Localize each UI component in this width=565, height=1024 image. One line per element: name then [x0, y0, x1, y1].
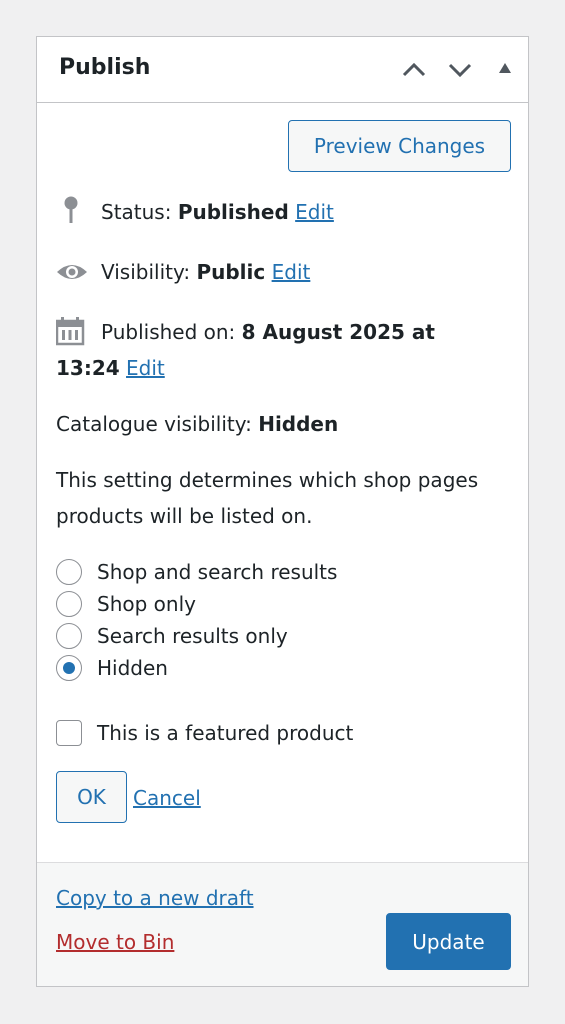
preview-changes-button[interactable]: Preview Changes [288, 120, 511, 172]
cancel-row: Cancel [133, 780, 201, 816]
move-to-bin-row: Move to Bin [56, 924, 174, 960]
radio-label: Shop and search results [97, 560, 338, 584]
update-button[interactable]: Update [386, 913, 511, 970]
triangle-up-icon [499, 63, 511, 73]
edit-visibility-link[interactable]: Edit [272, 260, 311, 284]
catalogue-visibility-row: Catalogue visibility: Hidden [56, 406, 338, 442]
featured-product-label: This is a featured product [97, 721, 354, 745]
publish-box: Publish Preview Changes Status: Publishe… [36, 36, 529, 987]
chevron-up-icon [402, 62, 426, 77]
featured-product-option[interactable]: This is a featured product [56, 718, 353, 748]
radio-option-shop-and-search[interactable]: Shop and search results [56, 557, 337, 587]
catalogue-visibility-value: Hidden [258, 412, 339, 436]
published-on-time-row: 13:24 Edit [56, 350, 165, 386]
published-on-time: 13:24 [56, 356, 120, 380]
pin-icon [64, 196, 78, 223]
radio-button[interactable] [56, 591, 82, 617]
featured-product-checkbox[interactable] [56, 720, 82, 746]
catalogue-description-line-1: This setting determines which shop pages [56, 468, 479, 492]
copy-draft-row: Copy to a new draft [56, 880, 254, 916]
published-on-label: Published on: [101, 320, 236, 344]
edit-status-link[interactable]: Edit [295, 200, 334, 224]
published-on-date: 8 August 2025 at [241, 320, 435, 344]
radio-option-shop-only[interactable]: Shop only [56, 589, 196, 619]
catalogue-description-line-2: products will be listed on. [56, 504, 313, 528]
radio-button[interactable] [56, 623, 82, 649]
radio-option-hidden[interactable]: Hidden [56, 653, 168, 683]
ok-button[interactable]: OK [56, 771, 127, 823]
publish-box-header: Publish [37, 37, 528, 103]
radio-button-selected[interactable] [56, 655, 82, 681]
move-down-button[interactable] [447, 57, 473, 83]
status-label: Status: [101, 200, 172, 224]
radio-label: Shop only [97, 592, 196, 616]
calendar-icon [56, 317, 85, 346]
radio-label: Hidden [97, 656, 168, 680]
chevron-down-icon [448, 63, 472, 78]
publish-title: Publish [59, 55, 151, 80]
radio-label: Search results only [97, 624, 288, 648]
move-up-button[interactable] [401, 57, 427, 83]
move-to-bin-link[interactable]: Move to Bin [56, 930, 174, 954]
radio-option-search-only[interactable]: Search results only [56, 621, 288, 651]
edit-published-date-link[interactable]: Edit [126, 356, 165, 380]
cancel-link[interactable]: Cancel [133, 786, 201, 810]
copy-to-new-draft-link[interactable]: Copy to a new draft [56, 886, 254, 910]
status-value: Published [177, 200, 289, 224]
toggle-panel-button[interactable] [497, 61, 513, 75]
visibility-value: Public [196, 260, 266, 284]
catalogue-visibility-label: Catalogue visibility: [56, 412, 252, 436]
visibility-label: Visibility: [101, 260, 191, 284]
eye-icon [57, 265, 87, 279]
radio-button[interactable] [56, 559, 82, 585]
